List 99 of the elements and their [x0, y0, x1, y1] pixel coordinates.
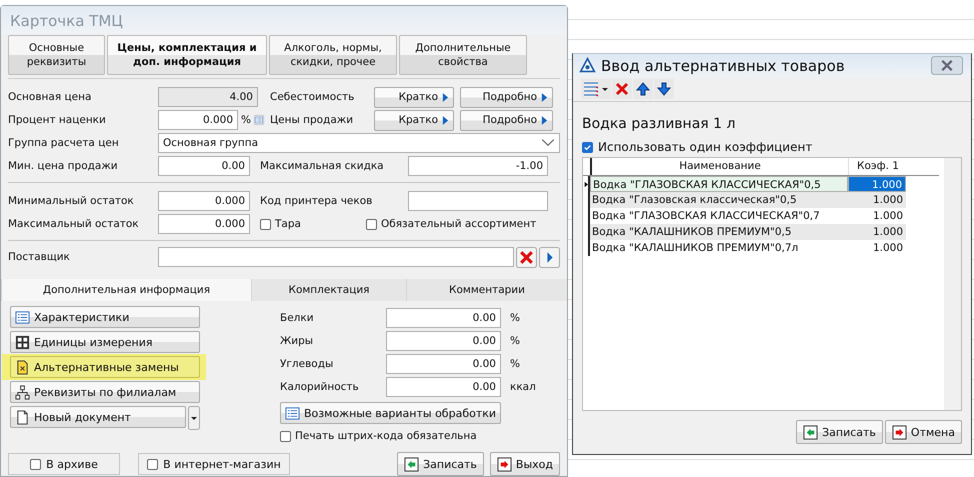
product-name: Водка разливная 1 л: [582, 116, 736, 132]
triangle-icon: [541, 92, 548, 102]
exit-button[interactable]: Выход: [490, 452, 560, 476]
window-title: Карточка ТМЦ: [1, 6, 567, 34]
field-label: Углеводы: [280, 358, 334, 370]
field-label: Процент наценки: [8, 114, 107, 126]
field-label: Мин. цена продажи: [8, 160, 119, 172]
field-label: Основная цена: [8, 91, 92, 103]
caret-icon[interactable]: [188, 406, 200, 430]
input-field[interactable]: 0.00: [386, 331, 501, 351]
arrow-down-icon[interactable]: [654, 79, 674, 99]
list-icon: [285, 406, 300, 420]
dialog-title: Ввод альтернативных товаров: [601, 56, 845, 74]
dropdown-button[interactable]: Подробно: [460, 110, 553, 130]
select-field[interactable]: Основная группа: [158, 133, 560, 153]
field-label: Код принтера чеков: [260, 195, 374, 207]
input-field[interactable]: 0.000: [158, 191, 250, 211]
input-field[interactable]: 0.000: [158, 110, 238, 130]
table-cell[interactable]: 1.000: [848, 176, 906, 192]
table-cell[interactable]: 1.000: [848, 240, 906, 256]
table-cell[interactable]: Водка "КАЛАШНИКОВ ПРЕМИУМ"0,7л: [590, 240, 848, 256]
side-button[interactable]: Характеристики: [10, 306, 200, 328]
list-icon: [15, 310, 30, 324]
arrow-left-icon: [404, 456, 420, 472]
unit-label: %: [510, 358, 520, 370]
tab[interactable]: Основные реквизиты: [8, 35, 105, 75]
triangle-icon: [442, 114, 449, 126]
unit-label: %: [510, 312, 520, 324]
field-label: Минимальный остаток: [8, 195, 135, 207]
tab[interactable]: Цены, комплектация и доп. информация: [107, 35, 267, 75]
tab[interactable]: Комплектация: [251, 279, 406, 301]
dropdown-button[interactable]: Кратко: [374, 110, 454, 130]
arrow-up-icon[interactable]: [633, 79, 653, 99]
field-label: Белки: [280, 312, 315, 324]
input-field[interactable]: 0.00: [386, 308, 501, 328]
field-label: Калорийность: [280, 381, 360, 393]
checkbox[interactable]: Тара: [260, 218, 360, 230]
field-label: Поставщик: [8, 251, 71, 263]
input-field[interactable]: 0.00: [386, 377, 501, 397]
input-field[interactable]: 0.00: [386, 354, 501, 374]
arrow-right-icon: [496, 456, 512, 472]
side-button[interactable]: Новый документ: [10, 406, 186, 428]
column-header: Коэф. 1: [848, 158, 907, 175]
grid-icon: [15, 334, 30, 350]
app-logo-icon: [579, 57, 596, 74]
processing-button[interactable]: Возможные варианты обработки: [280, 402, 502, 424]
dropdown-button[interactable]: Кратко: [374, 86, 454, 108]
table-cell[interactable]: 1.000: [848, 192, 906, 208]
input-field[interactable]: 0.000: [158, 214, 250, 234]
unit-label: ккал: [510, 381, 536, 393]
document-icon: [15, 360, 30, 374]
table-cell[interactable]: Водка "ГЛАЗОВСКАЯ КЛАССИЧЕСКАЯ"0,5: [590, 176, 848, 192]
table-cell[interactable]: Водка "Глазовская классическая"0,5: [590, 192, 848, 208]
triangle-icon: [584, 180, 588, 188]
arrow-left-icon: [803, 424, 818, 440]
checkbox[interactable]: Обязательный ассортимент: [366, 218, 536, 230]
dropdown-button[interactable]: Подробно: [460, 86, 553, 108]
list-dropdown-icon[interactable]: [581, 79, 611, 99]
checkbox[interactable]: Печать штрих-кода обязательна: [280, 430, 560, 442]
field-label: Максимальная скидка: [260, 160, 385, 172]
tab[interactable]: Комментарии: [406, 279, 567, 301]
field-label: Максимальный остаток: [8, 218, 140, 230]
input-field[interactable]: [158, 247, 514, 267]
document-icon: [15, 410, 30, 424]
close-icon[interactable]: [931, 56, 963, 75]
side-button[interactable]: Альтернативные замены: [10, 356, 200, 378]
column-header: Наименование: [678, 159, 762, 174]
table-cell[interactable]: 1.000: [848, 208, 906, 224]
checkbox[interactable]: В интернет-магазин: [138, 453, 290, 475]
close-icon[interactable]: [516, 246, 537, 268]
unit-label: %: [241, 114, 251, 126]
checkbox[interactable]: Использовать один коэффициент: [582, 140, 962, 154]
input-field[interactable]: [408, 191, 548, 211]
hierarchy-icon: [15, 384, 30, 400]
triangle-icon: [541, 114, 548, 126]
delete-icon[interactable]: [612, 79, 632, 99]
chevron-down-icon: [541, 138, 555, 148]
field-label: Себестоимость: [270, 91, 356, 103]
unit-label: %: [510, 335, 520, 347]
field-label: Группа расчета цен: [8, 137, 120, 149]
side-button[interactable]: Единицы измерения: [10, 331, 200, 353]
arrow-right-icon: [892, 424, 907, 440]
save-button[interactable]: Записать: [397, 452, 484, 476]
cancel-button[interactable]: Отмена: [884, 420, 962, 444]
side-button[interactable]: Реквизиты по филиалам: [10, 381, 200, 403]
save-button[interactable]: Записать: [796, 420, 883, 444]
input-field[interactable]: -1.00: [408, 156, 548, 176]
input-field[interactable]: 0.00: [158, 156, 250, 176]
field-label: Жиры: [280, 335, 314, 347]
tab[interactable]: Алкоголь, нормы, скидки, прочее: [269, 35, 397, 75]
table-cell[interactable]: 1.000: [848, 224, 906, 240]
table-cell[interactable]: Водка "ГЛАЗОВСКАЯ КЛАССИЧЕСКАЯ"0,7: [590, 208, 848, 224]
checkbox[interactable]: В архиве: [8, 453, 120, 475]
triangle-icon: [442, 92, 449, 102]
tab[interactable]: Дополнительные свойства: [399, 35, 527, 75]
field-label: Цены продажи: [270, 114, 354, 126]
tab[interactable]: Дополнительная информация: [1, 279, 251, 301]
scrollbar-track[interactable]: [944, 158, 961, 410]
table-cell[interactable]: Водка "КАЛАШНИКОВ ПРЕМИУМ"0,5: [590, 224, 848, 240]
